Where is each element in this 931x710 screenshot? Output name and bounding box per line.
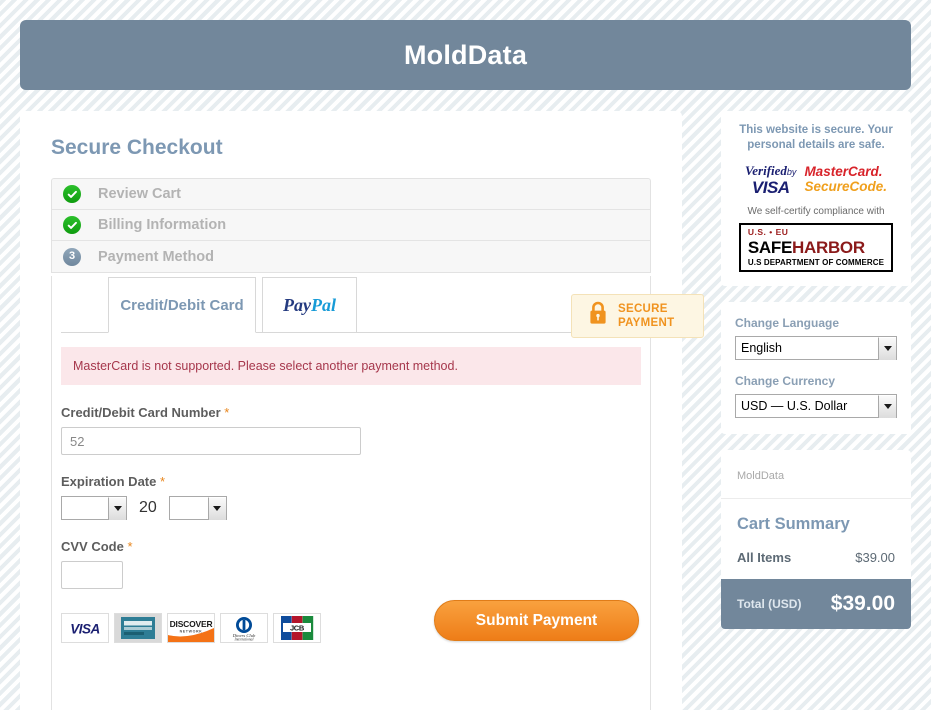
checkout-main-panel: Secure Checkout Review Cart Billing Info… — [20, 111, 704, 710]
cart-summary-title: Cart Summary — [737, 515, 850, 533]
checkout-steps: Review Cart Billing Information 3 Paymen… — [51, 178, 651, 273]
cart-line-value: $39.00 — [855, 550, 895, 565]
payment-method-body: Credit/Debit Card PayPal SECURE PAYMENT … — [51, 276, 704, 710]
chevron-down-icon — [878, 336, 896, 360]
security-trust-card: This website is secure. Your personal de… — [721, 111, 911, 286]
trust-logo-row: Verifiedby VISA MasterCard. SecureCode. — [731, 163, 901, 196]
cvv-field-group: CVV Code * — [61, 539, 641, 589]
submit-payment-button[interactable]: Submit Payment — [434, 600, 639, 641]
cart-brand-label: MoldData — [721, 450, 911, 499]
diners-club-logo-icon: Diners Club International — [220, 613, 268, 643]
payment-tab-strip: Credit/Debit Card PayPal SECURE PAYMENT — [52, 276, 704, 338]
svg-text:International: International — [234, 638, 254, 642]
cvv-label: CVV Code * — [61, 539, 641, 554]
safe-harbor-department: U.S DEPARTMENT OF COMMERCE — [747, 258, 885, 267]
security-heading: This website is secure. Your personal de… — [739, 124, 893, 151]
secure-line-1: SECURE — [618, 303, 668, 315]
tab-paypal[interactable]: PayPal — [262, 277, 357, 333]
visa-wordmark: VISA — [751, 178, 790, 197]
lock-icon — [588, 301, 608, 331]
change-currency-label: Change Currency — [735, 374, 836, 388]
expiration-year-select[interactable] — [168, 496, 227, 520]
chevron-down-icon — [108, 496, 126, 520]
self-certify-text: We self-certify compliance with — [747, 206, 885, 217]
error-text: MasterCard is not supported. Please sele… — [73, 359, 458, 373]
by-text: by — [786, 167, 797, 177]
svg-text:JCB: JCB — [290, 624, 305, 633]
cart-total-label: Total (USD) — [737, 597, 802, 611]
step-review-cart[interactable]: Review Cart — [52, 179, 650, 210]
language-value: English — [741, 341, 782, 355]
site-title: MoldData — [403, 39, 528, 70]
required-marker: * — [127, 539, 133, 554]
paypal-logo-pay: Pay — [283, 294, 311, 315]
change-language-label: Change Language — [735, 316, 840, 330]
language-select[interactable]: English — [735, 336, 897, 360]
secure-line-2: PAYMENT — [618, 317, 675, 329]
tab-label: Credit/Debit Card — [120, 296, 244, 314]
american-express-logo-icon — [114, 613, 162, 643]
card-number-label-text: Credit/Debit Card Number — [61, 405, 221, 420]
check-icon — [63, 185, 81, 203]
svg-text:DISCOVER: DISCOVER — [170, 619, 213, 629]
safe-harbor-safe: SAFE — [747, 238, 793, 257]
mastercard-securecode-icon: MasterCard. SecureCode. — [804, 164, 887, 194]
expiration-month-select[interactable] — [61, 496, 127, 520]
card-number-label: Credit/Debit Card Number * — [61, 405, 641, 420]
checkout-sidebar: This website is secure. Your personal de… — [721, 111, 911, 645]
secure-payment-text: SECURE PAYMENT — [618, 302, 674, 330]
check-icon — [63, 216, 81, 234]
card-number-input[interactable] — [61, 427, 361, 455]
secure-payment-badge: SECURE PAYMENT — [571, 294, 704, 338]
chevron-down-icon — [207, 496, 226, 520]
preferences-card: Change Language English Change Currency … — [721, 302, 911, 434]
step-number: 3 — [68, 250, 76, 262]
svg-text:NETWORK: NETWORK — [180, 630, 203, 634]
safe-harbor-harbor: HARBOR — [792, 238, 865, 257]
step-label: Billing Information — [98, 217, 227, 233]
safe-harbor-wordmark: SAFEHARBOR — [748, 238, 884, 257]
step-label: Review Cart — [98, 186, 182, 202]
expiration-label: Expiration Date * — [61, 474, 641, 489]
safe-harbor-useu: U.S. • EU — [747, 227, 789, 237]
payment-error-message: MasterCard is not supported. Please sele… — [61, 347, 641, 385]
svg-text:VISA: VISA — [70, 622, 100, 637]
step-billing-information[interactable]: Billing Information — [52, 210, 650, 241]
verified-by-visa-icon: Verifiedby VISA — [745, 163, 796, 196]
expiration-label-text: Expiration Date — [61, 474, 157, 489]
paypal-logo-pal: Pal — [310, 294, 336, 315]
required-marker: * — [159, 474, 166, 489]
mastercard-text: MasterCard. — [804, 164, 883, 180]
securecode-text: SecureCode. — [804, 178, 887, 194]
expiration-separator: 20 — [139, 499, 157, 516]
cvv-input[interactable] — [61, 561, 123, 589]
currency-value: USD — U.S. Dollar — [741, 399, 848, 413]
tab-credit-debit-card[interactable]: Credit/Debit Card — [108, 277, 256, 333]
chevron-down-icon — [878, 394, 896, 418]
currency-select[interactable]: USD — U.S. Dollar — [735, 394, 897, 418]
step-label: Payment Method — [98, 248, 215, 265]
discover-logo-icon: DISCOVER NETWORK — [167, 613, 215, 643]
cart-total-value: $39.00 — [830, 592, 895, 615]
cart-line-label: All Items — [737, 550, 792, 565]
cvv-label-text: CVV Code — [61, 539, 124, 554]
step-number-badge: 3 — [63, 247, 81, 266]
required-marker: * — [224, 405, 230, 420]
site-header: MoldData — [20, 20, 911, 90]
visa-logo-icon: VISA — [61, 613, 109, 643]
jcb-logo-icon: JCB — [273, 613, 321, 643]
cart-summary-card: MoldData Cart Summary All Items $39.00 T… — [721, 450, 911, 629]
expiration-field-group: Expiration Date * 20 — [61, 474, 641, 520]
page-title: Secure Checkout — [51, 136, 223, 159]
paypal-logo: PayPal — [283, 295, 336, 316]
card-number-field-group: Credit/Debit Card Number * — [61, 405, 641, 455]
step-payment-method[interactable]: 3 Payment Method — [52, 241, 650, 272]
cart-line-item: All Items $39.00 — [737, 550, 895, 565]
safe-harbor-seal-icon: U.S. • EU SAFEHARBOR U.S DEPARTMENT OF C… — [738, 223, 894, 272]
cart-total-bar: Total (USD) $39.00 — [721, 579, 911, 629]
verified-text: Verified — [745, 163, 787, 178]
